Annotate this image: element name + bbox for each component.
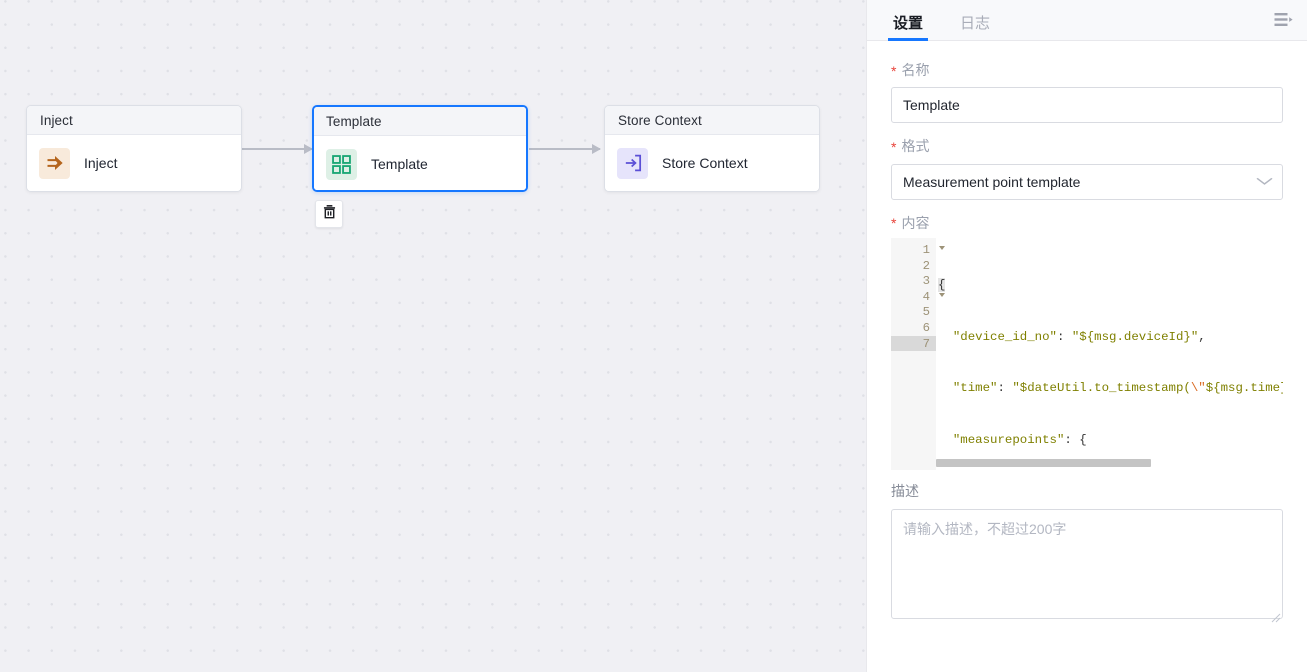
field-content-label-text: 内容 <box>901 216 929 231</box>
field-content-label: * 内容 <box>891 216 1283 231</box>
properties-panel: 设置 日志 * 名称 <box>866 0 1307 672</box>
trash-icon <box>322 204 337 224</box>
editor-line-number[interactable]: 7 <box>891 336 936 352</box>
field-format-label: * 格式 <box>891 139 1283 154</box>
field-name-label-text: 名称 <box>901 63 929 78</box>
tab-logs[interactable]: 日志 <box>958 16 992 40</box>
format-select[interactable]: Measurement point template <box>891 164 1283 200</box>
panel-body: * 名称 * 格式 Measurement point template <box>867 41 1307 672</box>
required-asterisk: * <box>891 216 896 230</box>
required-asterisk: * <box>891 64 896 78</box>
code-line-1: { <box>936 278 1283 294</box>
edge-arrow-icon <box>592 144 601 154</box>
editor-line-number[interactable]: 4 <box>891 289 936 305</box>
flow-node-store-context[interactable]: Store Context Store Context <box>604 105 820 192</box>
line-number-text: 5 <box>923 305 930 319</box>
name-input[interactable] <box>891 87 1283 123</box>
edge-inject-to-template <box>241 148 312 150</box>
delete-node-button[interactable] <box>315 200 343 228</box>
fold-toggle-icon[interactable] <box>939 246 945 250</box>
fold-toggle-icon[interactable] <box>939 293 945 297</box>
inject-arrow-icon <box>39 148 70 179</box>
editor-line-number[interactable]: 5 <box>891 305 936 321</box>
line-number-text: 3 <box>923 274 930 288</box>
tab-logs-label: 日志 <box>960 15 990 32</box>
content-code-editor[interactable]: 1 2 3 4 5 <box>891 238 1283 470</box>
description-wrap <box>891 509 1283 624</box>
tab-settings-label: 设置 <box>893 15 923 32</box>
flow-node-store-context-title: Store Context <box>605 106 819 135</box>
editor-gutter: 1 2 3 4 5 <box>891 238 936 470</box>
line-number-text: 7 <box>923 337 930 351</box>
flow-node-template[interactable]: Template Template <box>312 105 528 192</box>
tab-settings[interactable]: 设置 <box>891 16 925 40</box>
line-number-text: 4 <box>923 290 930 304</box>
description-textarea[interactable] <box>891 509 1283 619</box>
line-number-text: 6 <box>923 321 930 335</box>
editor-line-number[interactable]: 6 <box>891 320 936 336</box>
field-name-label: * 名称 <box>891 63 1283 78</box>
code-line-4: "measurepoints": { <box>936 433 1283 449</box>
chevron-down-icon <box>1256 175 1274 189</box>
flow-editor-page: Inject Inject Template <box>0 0 1307 672</box>
line-number-text: 2 <box>923 259 930 273</box>
code-line-2: "device_id_no": "${msg.deviceId}", <box>936 330 1283 346</box>
editor-code-area[interactable]: { "device_id_no": "${msg.deviceId}", "ti… <box>936 238 1283 470</box>
required-asterisk: * <box>891 140 896 154</box>
flow-node-store-context-label: Store Context <box>662 155 748 171</box>
template-grid-icon <box>326 149 357 180</box>
field-format: * 格式 Measurement point template <box>891 139 1283 199</box>
flow-node-inject-body: Inject <box>27 135 241 191</box>
flow-node-store-context-body: Store Context <box>605 135 819 191</box>
field-name: * 名称 <box>891 63 1283 123</box>
editor-horizontal-scrollbar[interactable] <box>936 459 1151 467</box>
panel-tabbar: 设置 日志 <box>867 0 1307 41</box>
field-format-label-text: 格式 <box>901 139 929 154</box>
format-select-value: Measurement point template <box>903 174 1080 190</box>
edge-template-to-store <box>529 148 600 150</box>
line-number-text: 1 <box>923 243 930 257</box>
field-content: * 内容 1 2 3 <box>891 216 1283 470</box>
panel-collapse-icon[interactable] <box>1271 8 1295 32</box>
code-line-3: "time": "$dateUtil.to_timestamp(\"${msg.… <box>936 381 1283 397</box>
store-context-icon <box>617 148 648 179</box>
flow-node-template-title: Template <box>314 107 526 136</box>
field-description-label-text: 描述 <box>891 484 919 499</box>
flow-node-inject-label: Inject <box>84 155 117 171</box>
editor-line-number[interactable]: 1 <box>891 242 936 258</box>
flow-node-inject-title: Inject <box>27 106 241 135</box>
flow-node-template-label: Template <box>371 156 428 172</box>
flow-node-inject[interactable]: Inject Inject <box>26 105 242 192</box>
editor-line-number[interactable]: 2 <box>891 258 936 274</box>
field-description: 描述 <box>891 484 1283 623</box>
field-description-label: 描述 <box>891 484 1283 499</box>
flow-node-template-body: Template <box>314 136 526 192</box>
editor-line-number[interactable]: 3 <box>891 273 936 289</box>
flow-canvas[interactable]: Inject Inject Template <box>0 0 866 672</box>
